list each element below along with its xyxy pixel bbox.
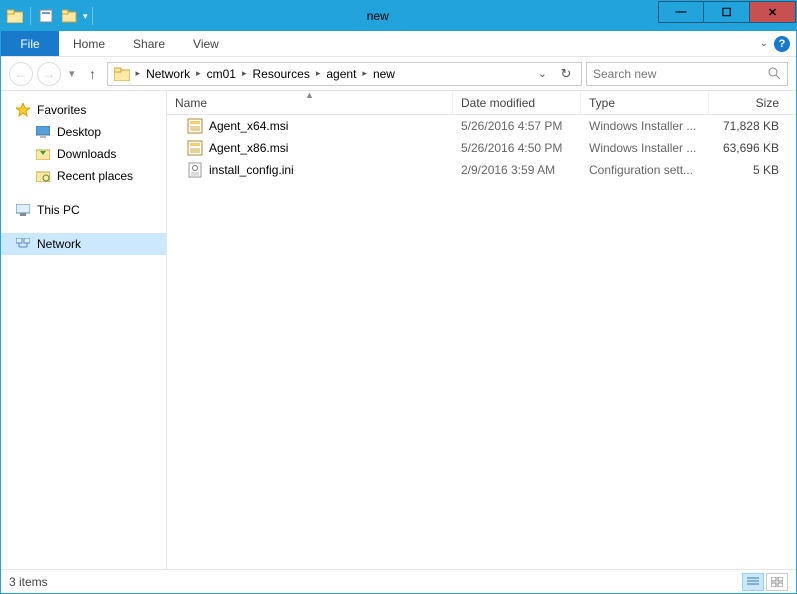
app-folder-icon bbox=[4, 5, 26, 27]
msi-icon bbox=[187, 118, 203, 134]
maximize-button[interactable]: ☐ bbox=[704, 1, 750, 23]
file-tab[interactable]: File bbox=[1, 31, 59, 56]
navigation-toolbar: ← → ▾ ↑ ▸ Network ▸ cm01 ▸ Resources ▸ a… bbox=[1, 57, 796, 91]
file-size: 71,828 KB bbox=[717, 119, 779, 133]
file-row[interactable]: Agent_x86.msi 5/26/2016 4:50 PM Windows In… bbox=[167, 137, 796, 159]
search-placeholder: Search new bbox=[593, 67, 768, 81]
breadcrumb-segment[interactable]: Network bbox=[142, 63, 194, 85]
breadcrumb-segment[interactable]: cm01 bbox=[203, 63, 240, 85]
explorer-window: ▾ new — ☐ ✕ File Home Share View ⌄ ? ← →… bbox=[0, 0, 797, 594]
file-row[interactable]: install_config.ini 2/9/2016 3:59 AM Config… bbox=[167, 159, 796, 181]
file-rows: Agent_x64.msi 5/26/2016 4:57 PM Windows In… bbox=[167, 115, 796, 569]
network-icon bbox=[15, 236, 31, 252]
refresh-button[interactable]: ↻ bbox=[553, 66, 579, 82]
search-input[interactable]: Search new bbox=[586, 62, 788, 86]
back-button[interactable]: ← bbox=[9, 62, 33, 86]
sidebar-label: Desktop bbox=[57, 125, 101, 139]
file-size: 63,696 KB bbox=[717, 141, 779, 155]
properties-icon[interactable] bbox=[35, 5, 57, 27]
msi-icon bbox=[187, 140, 203, 156]
recent-icon bbox=[35, 168, 51, 184]
up-button[interactable]: ↑ bbox=[83, 66, 103, 82]
file-row[interactable]: Agent_x64.msi 5/26/2016 4:57 PM Windows In… bbox=[167, 115, 796, 137]
quick-access-toolbar: ▾ bbox=[1, 1, 98, 31]
file-date: 5/26/2016 4:50 PM bbox=[461, 141, 562, 155]
folder-root-icon[interactable] bbox=[110, 63, 134, 85]
sidebar-label: Recent places bbox=[57, 169, 133, 183]
status-text: 3 items bbox=[9, 575, 48, 589]
close-button[interactable]: ✕ bbox=[750, 1, 796, 23]
ini-icon bbox=[187, 162, 203, 178]
view-tab[interactable]: View bbox=[179, 31, 233, 56]
status-bar: 3 items bbox=[1, 569, 796, 593]
chevron-right-icon[interactable]: ▸ bbox=[360, 68, 369, 79]
column-header-name[interactable]: Name ▲ bbox=[167, 91, 453, 114]
thumbnails-view-button[interactable] bbox=[766, 573, 788, 591]
separator bbox=[30, 7, 31, 25]
qat-customize-icon[interactable]: ▾ bbox=[83, 11, 88, 22]
breadcrumb-segment[interactable]: new bbox=[369, 63, 399, 85]
file-type: Configuration sett... bbox=[589, 163, 693, 177]
breadcrumb-segment[interactable]: Resources bbox=[248, 63, 313, 85]
file-size: 5 KB bbox=[717, 163, 779, 177]
share-tab[interactable]: Share bbox=[119, 31, 179, 56]
recent-locations-button[interactable]: ▾ bbox=[65, 67, 79, 80]
sidebar-item-recent[interactable]: Recent places bbox=[1, 165, 166, 187]
ribbon-tabs: File Home Share View ⌄ ? bbox=[1, 31, 796, 57]
forward-button[interactable]: → bbox=[37, 62, 61, 86]
file-name: Agent_x86.msi bbox=[209, 141, 288, 155]
sidebar-label: Downloads bbox=[57, 147, 116, 161]
column-header-date[interactable]: Date modified bbox=[453, 91, 581, 114]
file-list-pane: Name ▲ Date modified Type Size Agent_x64… bbox=[167, 91, 796, 569]
chevron-right-icon[interactable]: ▸ bbox=[240, 68, 249, 79]
sidebar-item-thispc[interactable]: This PC bbox=[1, 199, 166, 221]
sidebar-item-favorites[interactable]: Favorites bbox=[1, 99, 166, 121]
chevron-right-icon[interactable]: ▸ bbox=[314, 68, 323, 79]
breadcrumb-segment[interactable]: agent bbox=[322, 63, 360, 85]
column-header-type[interactable]: Type bbox=[581, 91, 709, 114]
chevron-right-icon[interactable]: ▸ bbox=[134, 68, 143, 79]
content-area: Favorites Desktop Downloads bbox=[1, 91, 796, 569]
sidebar-label: This PC bbox=[37, 203, 80, 217]
sidebar-item-downloads[interactable]: Downloads bbox=[1, 143, 166, 165]
minimize-button[interactable]: — bbox=[658, 1, 704, 23]
details-view-button[interactable] bbox=[742, 573, 764, 591]
expand-ribbon-icon[interactable]: ⌄ bbox=[760, 38, 768, 49]
sidebar-item-network[interactable]: Network bbox=[1, 233, 166, 255]
file-date: 2/9/2016 3:59 AM bbox=[461, 163, 555, 177]
chevron-right-icon[interactable]: ▸ bbox=[194, 68, 203, 79]
window-controls: — ☐ ✕ bbox=[658, 1, 796, 23]
address-history-button[interactable]: ⌄ bbox=[532, 67, 553, 80]
column-header-size[interactable]: Size bbox=[709, 91, 787, 114]
navigation-pane: Favorites Desktop Downloads bbox=[1, 91, 167, 569]
file-date: 5/26/2016 4:57 PM bbox=[461, 119, 562, 133]
downloads-icon bbox=[35, 146, 51, 162]
file-type: Windows Installer ... bbox=[589, 141, 696, 155]
help-icon[interactable]: ? bbox=[774, 36, 790, 52]
sidebar-item-desktop[interactable]: Desktop bbox=[1, 121, 166, 143]
window-title: new bbox=[98, 9, 658, 23]
home-tab[interactable]: Home bbox=[59, 31, 119, 56]
title-bar: ▾ new — ☐ ✕ bbox=[1, 1, 796, 31]
file-name: install_config.ini bbox=[209, 163, 294, 177]
sidebar-label: Network bbox=[37, 237, 81, 251]
sidebar-label: Favorites bbox=[37, 103, 86, 117]
separator bbox=[92, 7, 93, 25]
sort-ascending-icon: ▲ bbox=[305, 90, 314, 100]
file-name: Agent_x64.msi bbox=[209, 119, 288, 133]
search-icon bbox=[768, 67, 781, 80]
favorites-icon bbox=[15, 102, 31, 118]
address-bar[interactable]: ▸ Network ▸ cm01 ▸ Resources ▸ agent ▸ n… bbox=[107, 62, 582, 86]
new-folder-icon[interactable] bbox=[59, 5, 81, 27]
file-type: Windows Installer ... bbox=[589, 119, 696, 133]
desktop-icon bbox=[35, 124, 51, 140]
computer-icon bbox=[15, 202, 31, 218]
column-headers: Name ▲ Date modified Type Size bbox=[167, 91, 796, 115]
